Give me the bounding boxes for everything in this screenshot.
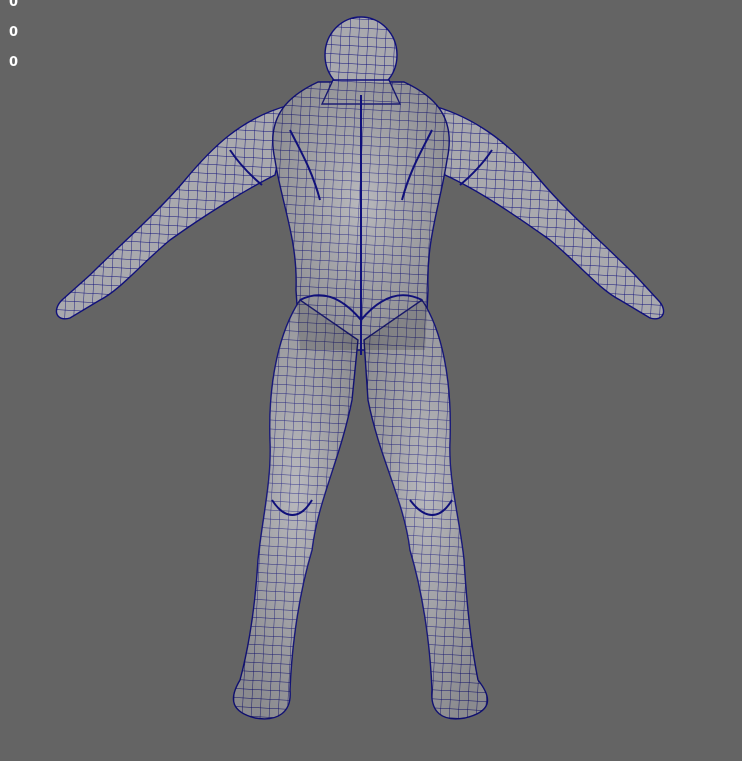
3d-viewport[interactable]: 0 0 0 [0, 0, 742, 761]
character-mesh[interactable] [0, 0, 742, 761]
right-arm [429, 104, 665, 320]
left-arm [55, 104, 291, 320]
